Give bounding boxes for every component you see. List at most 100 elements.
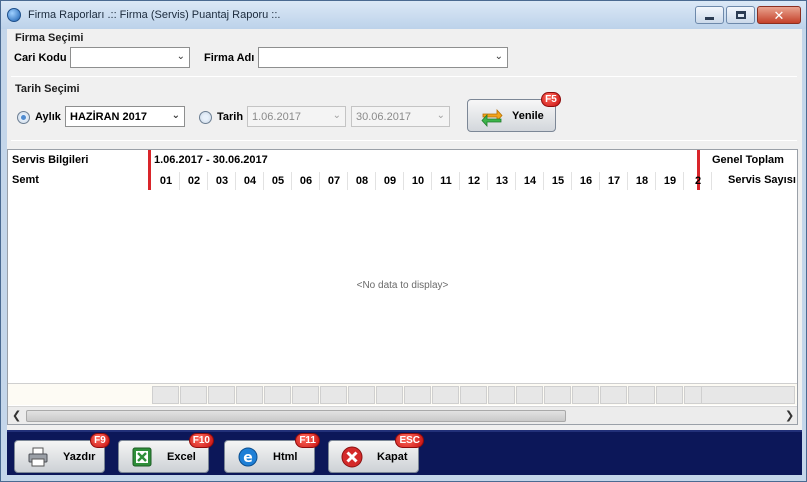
footer-day-cell [544,386,571,404]
month-value: HAZİRAN 2017 [70,110,148,123]
footer-day-cell [572,386,599,404]
minimize-icon [705,16,714,20]
chevron-down-icon: ⌄ [494,51,503,62]
footer-day-cell [376,386,403,404]
horizontal-scrollbar[interactable]: ❮ ❯ [8,406,797,424]
footer-day-cell [600,386,627,404]
close-label: Kapat [377,450,408,463]
footer-total-cell [701,386,795,404]
cari-kodu-combo[interactable]: ⌄ [70,47,190,68]
print-button[interactable]: Yazdır F9 [14,433,110,473]
refresh-shortcut-badge: F5 [541,92,561,107]
column-day[interactable]: 04 [236,175,264,187]
refresh-button[interactable]: Yenile F5 [467,92,561,132]
band-servis-bilgileri: Servis Bilgileri [12,154,89,166]
footer-day-cell [264,386,291,404]
main-window: Firma Raporları .:: Firma (Servis) Puant… [0,0,807,482]
close-icon [341,446,363,468]
column-separator [711,172,712,190]
empty-grid-message: <No data to display> [356,280,449,291]
minimize-button[interactable] [695,6,724,24]
footer-day-cell [488,386,515,404]
footer-day-cell [152,386,179,404]
tarih-group-title: Tarih Seçimi [15,83,80,95]
column-day[interactable]: 14 [516,175,544,187]
title-bar[interactable]: Firma Raporları .:: Firma (Servis) Puant… [1,1,806,29]
cari-kodu-label: Cari Kodu [14,52,67,64]
column-day[interactable]: 2 [684,175,712,187]
band-divider-left [148,150,151,190]
firma-group-title: Firma Seçimi [15,32,84,44]
tarih-label: Tarih [217,111,244,123]
maximize-icon [735,11,746,19]
column-day[interactable]: 10 [404,175,432,187]
column-day[interactable]: 19 [656,175,684,187]
firma-adi-label: Firma Adı [204,52,255,64]
svg-text:e: e [243,450,253,466]
html-button[interactable]: e Html F11 [224,433,320,473]
month-combo[interactable]: HAZİRAN 2017 ⌄ [65,106,185,127]
puantaj-grid[interactable]: Servis Bilgileri Semt 1.06.2017 - 30.06.… [7,149,798,425]
excel-icon [131,446,153,468]
html-shortcut-badge: F11 [295,433,320,448]
column-day[interactable]: 09 [376,175,404,187]
start-date-picker[interactable]: 1.06.2017 ⌄ [247,106,346,127]
band-genel-toplam: Genel Toplam [712,154,784,166]
close-x-icon: ✕ [773,7,785,23]
end-date-picker[interactable]: 30.06.2017 ⌄ [351,106,450,127]
column-day[interactable]: 12 [460,175,488,187]
column-servis-sayisi[interactable]: Servis Sayısı [728,174,796,186]
tarih-separator [11,140,797,141]
scroll-right-icon[interactable]: ❯ [785,409,794,422]
close-button[interactable]: Kapat ESC [328,433,424,473]
excel-shortcut-badge: F10 [188,433,214,448]
column-day[interactable]: 16 [572,175,600,187]
maximize-button[interactable] [726,6,755,24]
scroll-left-icon[interactable]: ❮ [12,409,21,422]
tarih-radio[interactable] [199,111,212,124]
column-day[interactable]: 13 [488,175,516,187]
printer-icon [27,446,49,468]
refresh-label: Yenile [512,109,544,122]
footer-day-cell [516,386,543,404]
scrollbar-thumb[interactable] [26,410,566,422]
footer-day-cell [292,386,319,404]
footer-day-cell [432,386,459,404]
end-date-value: 30.06.2017 [356,110,412,123]
footer-day-cell [180,386,207,404]
footer-day-cell [236,386,263,404]
firma-adi-combo[interactable]: ⌄ [258,47,508,68]
chevron-down-icon: ⌄ [171,110,180,121]
footer-day-cell [320,386,347,404]
footer-day-cell [628,386,655,404]
aylik-radio[interactable] [17,111,30,124]
column-day[interactable]: 06 [292,175,320,187]
print-shortcut-badge: F9 [90,433,110,448]
column-day[interactable]: 11 [432,175,460,187]
footer-day-cell [460,386,487,404]
close-shortcut-badge: ESC [395,433,424,448]
start-date-value: 1.06.2017 [252,110,301,123]
close-window-button[interactable]: ✕ [757,6,801,24]
column-day[interactable]: 15 [544,175,572,187]
column-day[interactable]: 03 [208,175,236,187]
column-semt[interactable]: Semt [12,174,39,186]
action-bar: Yazdır F9 Excel F10 e Html F11 Kapat ESC [7,430,802,475]
column-day[interactable]: 02 [180,175,208,187]
app-icon [7,8,21,22]
excel-button[interactable]: Excel F10 [118,433,214,473]
column-day[interactable]: 07 [320,175,348,187]
chevron-down-icon: ⌄ [332,110,341,121]
column-day[interactable]: 18 [628,175,656,187]
window-controls: ✕ [695,6,801,24]
column-day[interactable]: 17 [600,175,628,187]
print-label: Yazdır [63,450,96,463]
footer-day-cell [208,386,235,404]
content-area: Firma Seçimi Cari Kodu ⌄ Firma Adı ⌄ Tar… [7,29,802,475]
html-label: Html [273,450,298,463]
window-title: Firma Raporları .:: Firma (Servis) Puant… [28,9,281,21]
column-day[interactable]: 01 [152,175,180,187]
column-day[interactable]: 05 [264,175,292,187]
column-day[interactable]: 08 [348,175,376,187]
footer-day-cell [656,386,683,404]
